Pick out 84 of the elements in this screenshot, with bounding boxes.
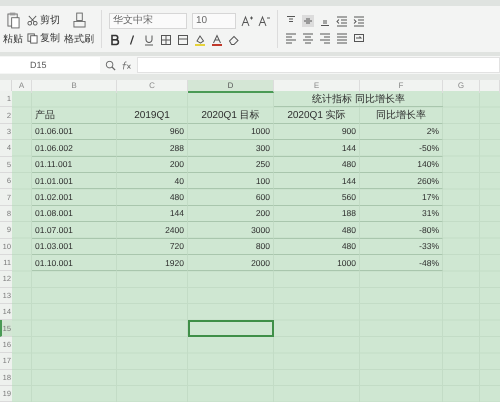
format-painter-button[interactable]: 格式刷 xyxy=(64,32,94,46)
table-cell: 01.03.001 xyxy=(35,241,73,252)
table-cell: 144 xyxy=(342,142,356,153)
table-cell: 1000 xyxy=(337,258,356,268)
table-cell: -48% xyxy=(419,258,439,268)
table-cell: 200 xyxy=(256,208,270,218)
table-cell: 200 xyxy=(170,159,184,170)
table-cell: 144 xyxy=(342,176,356,186)
function-icon[interactable] xyxy=(121,60,132,70)
table-cell: 1000 xyxy=(251,126,270,136)
scissors-icon xyxy=(27,14,38,26)
table-cell: 140% xyxy=(417,159,439,170)
table-cell: 2400 xyxy=(165,224,184,235)
wrap-text-icon[interactable] xyxy=(353,32,365,44)
bold-icon[interactable] xyxy=(109,34,121,46)
table-cell: 260% xyxy=(417,176,439,186)
column-heading: 2020Q1 目标 xyxy=(201,108,260,122)
table-cell: 144 xyxy=(170,208,184,218)
fill-color-icon[interactable] xyxy=(194,34,206,46)
table-cell: 188 xyxy=(342,208,356,218)
table-cell: 300 xyxy=(256,142,270,153)
column-heading: 2020Q1 实际 xyxy=(287,108,346,122)
borders-icon[interactable] xyxy=(160,34,172,46)
table-cell: 1920 xyxy=(165,258,184,268)
cut-button[interactable]: 剪切 xyxy=(27,13,60,27)
table-cell: 560 xyxy=(342,192,356,202)
indent-icon[interactable] xyxy=(353,14,365,26)
table-cell: 01.07.001 xyxy=(35,224,73,235)
table-cell: 720 xyxy=(170,241,184,252)
column-heading: 2019Q1 xyxy=(134,110,170,121)
brush-icon[interactable] xyxy=(72,12,86,29)
table-cell: 01.11.001 xyxy=(35,159,72,170)
table-cell: -33% xyxy=(419,241,439,252)
table-cell: 31% xyxy=(422,208,439,218)
table-cell: 01.02.001 xyxy=(35,192,73,202)
table-cell: 480 xyxy=(342,224,356,235)
zoom-icon[interactable] xyxy=(105,60,116,70)
align-center-icon[interactable] xyxy=(302,32,314,44)
table-cell: 288 xyxy=(170,142,184,153)
table-cell: 01.06.001 xyxy=(35,126,73,136)
column-heading: 产品 xyxy=(35,108,55,122)
table-cell: 480 xyxy=(342,241,356,252)
name-box[interactable]: D15 xyxy=(0,57,100,73)
table-cell: 40 xyxy=(174,176,184,186)
formula-input[interactable] xyxy=(137,57,500,73)
align-middle-icon[interactable] xyxy=(302,14,314,26)
column-header[interactable]: D xyxy=(188,80,274,93)
selected-cell[interactable] xyxy=(188,320,274,337)
table-cell: 01.10.001 xyxy=(35,258,73,268)
align-left-icon[interactable] xyxy=(285,32,297,44)
table-cell: 100 xyxy=(256,176,270,186)
table-cell: 600 xyxy=(256,192,270,202)
decrease-font-icon[interactable] xyxy=(258,14,270,26)
table-cell: -50% xyxy=(419,142,439,153)
paste-icon[interactable] xyxy=(6,12,20,29)
table-cell: 800 xyxy=(256,241,270,252)
table-cell: 960 xyxy=(170,126,184,136)
justify-icon[interactable] xyxy=(336,32,348,44)
paste-button[interactable]: 粘贴 xyxy=(3,32,23,46)
merge-icon[interactable] xyxy=(177,34,189,46)
font-size-dropdown[interactable]: 10 xyxy=(192,12,236,28)
table-cell: 2% xyxy=(426,126,439,136)
table-cell: 01.06.002 xyxy=(35,142,73,153)
outdent-icon[interactable] xyxy=(336,14,348,26)
table-cell: 3000 xyxy=(251,224,270,235)
table-cell: 01.08.001 xyxy=(35,208,73,218)
table-cell: 17% xyxy=(422,192,439,202)
column-heading: 同比增长率 xyxy=(376,108,426,122)
eraser-icon[interactable] xyxy=(228,34,240,46)
table-cell: 01.01.001 xyxy=(35,176,73,186)
table-cell: 2000 xyxy=(251,258,270,268)
underline-icon[interactable] xyxy=(143,34,155,46)
font-color-icon[interactable] xyxy=(211,34,223,46)
copy-icon xyxy=(27,32,38,44)
table-cell: 480 xyxy=(342,159,356,170)
table-cell: 250 xyxy=(256,159,270,170)
font-name-dropdown[interactable]: 华文中宋 xyxy=(109,12,187,28)
increase-font-icon[interactable] xyxy=(241,14,253,26)
table-cell: 480 xyxy=(170,192,184,202)
table-cell: 900 xyxy=(342,126,356,136)
copy-button[interactable]: 复制 xyxy=(27,31,60,45)
table-cell: -80% xyxy=(419,224,439,235)
align-right-icon[interactable] xyxy=(319,32,331,44)
table-title: 统计指标 同比增长率 xyxy=(312,92,405,106)
